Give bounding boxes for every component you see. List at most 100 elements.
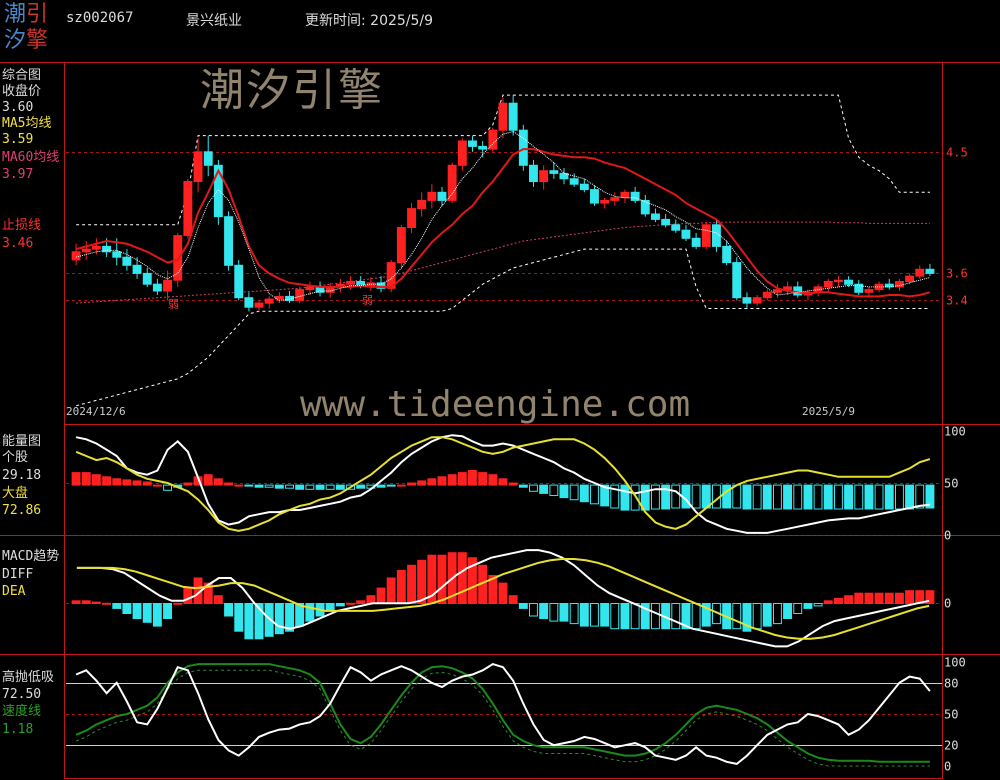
- y-tick-label: 4.5: [946, 146, 968, 160]
- energy-bar: [569, 484, 579, 501]
- energy-bar: [884, 484, 894, 510]
- energy-bar: [468, 470, 477, 486]
- energy-bar: [356, 484, 366, 489]
- macd-bar: [630, 603, 640, 630]
- macd-bar: [325, 603, 335, 612]
- y-tick-label: 80: [944, 677, 958, 691]
- macd-bar: [335, 603, 345, 607]
- macd-bar: [620, 603, 630, 630]
- energy-bar: [376, 484, 386, 488]
- candle-body: [579, 183, 589, 191]
- energy-bar: [183, 482, 193, 486]
- stop-loss-line: [75, 148, 931, 298]
- macd-bar: [274, 603, 284, 635]
- energy-bar: [122, 479, 132, 486]
- energy-bar: [834, 484, 843, 510]
- candle-body: [457, 140, 467, 166]
- candle-body: [600, 199, 610, 204]
- macd-bar: [91, 601, 101, 604]
- macd-bar: [600, 603, 610, 627]
- macd-bar: [163, 603, 173, 619]
- hilo-value: 72.50: [2, 687, 42, 702]
- macd-bar: [386, 577, 396, 604]
- energy-bar: [874, 484, 884, 510]
- speed-value: 1.18: [2, 722, 34, 737]
- candle-body: [295, 289, 305, 301]
- speed-label: 速度线: [2, 704, 42, 719]
- macd-bar: [457, 552, 467, 605]
- macd-bar: [895, 592, 904, 605]
- candle-body: [590, 189, 599, 204]
- macd-bar: [884, 592, 894, 605]
- energy-bar: [396, 484, 406, 487]
- energy-bar: [620, 484, 630, 511]
- ma60-label: MA60均线: [2, 150, 60, 165]
- macd-bar: [529, 603, 538, 617]
- energy-market-value: 72.86: [2, 503, 42, 518]
- candle-body: [407, 208, 417, 229]
- macd-bar: [651, 603, 660, 630]
- energy-bar: [71, 472, 81, 486]
- y-tick-label: 20: [944, 739, 958, 753]
- candle-body: [203, 151, 213, 166]
- stop-value: 3.46: [2, 236, 34, 251]
- candle-body: [417, 199, 427, 209]
- url-watermark: www.tideengine.com: [300, 384, 691, 425]
- candle-body: [549, 170, 559, 174]
- y-tick-label: 0: [944, 760, 951, 774]
- candle-body: [762, 291, 772, 299]
- macd-bar: [132, 603, 142, 619]
- candle-body: [508, 102, 518, 131]
- macd-bar: [81, 600, 91, 604]
- candle-body: [285, 295, 295, 301]
- energy-bar: [152, 484, 162, 487]
- energy-bar: [590, 484, 599, 505]
- macd-bar: [762, 603, 772, 627]
- energy-bar: [844, 484, 853, 510]
- ma5-value: 3.59: [2, 132, 34, 147]
- energy-bar: [427, 478, 437, 486]
- energy-bar: [773, 484, 782, 510]
- macd-bar: [518, 603, 528, 609]
- macd-bar: [834, 597, 843, 604]
- candle-body: [396, 227, 406, 264]
- ma60-value: 3.97: [2, 167, 34, 182]
- speed-line: [75, 663, 930, 763]
- macd-bar: [610, 603, 620, 630]
- energy-bar: [823, 484, 833, 510]
- energy-bar: [488, 474, 498, 486]
- candle-body: [142, 272, 152, 285]
- macd-bar: [539, 603, 549, 619]
- candle-body: [620, 191, 630, 199]
- candle-body: [81, 248, 91, 253]
- energy-stock-value: 29.18: [2, 468, 42, 483]
- candle-body: [569, 178, 579, 185]
- candle-body: [732, 262, 742, 299]
- energy-bar: [203, 474, 213, 486]
- lower-band-line: [75, 248, 930, 407]
- macd-bar: [844, 595, 853, 605]
- y-tick-label: 3.6: [946, 267, 968, 281]
- energy-bar: [417, 480, 427, 486]
- energy-bar: [803, 484, 813, 510]
- candle-body: [518, 129, 528, 166]
- macd-bar: [183, 587, 193, 604]
- energy-bar: [539, 484, 549, 494]
- macd-bar: [549, 603, 559, 622]
- close-label: 收盘价: [2, 84, 42, 99]
- candle-body: [630, 191, 640, 201]
- energy-bar: [895, 484, 904, 510]
- energy-bar: [783, 484, 792, 510]
- energy-bar: [762, 484, 772, 510]
- macd-bar: [356, 600, 366, 604]
- candle-body: [539, 170, 549, 182]
- y-tick-label: 3.4: [946, 294, 968, 308]
- energy-bar: [579, 484, 589, 503]
- energy-bar: [407, 482, 417, 486]
- energy-bar: [457, 472, 467, 486]
- macd-bar: [773, 603, 782, 625]
- energy-bar: [244, 484, 254, 487]
- energy-bar: [905, 484, 914, 510]
- candle-body: [610, 197, 620, 201]
- candle-body: [722, 245, 732, 264]
